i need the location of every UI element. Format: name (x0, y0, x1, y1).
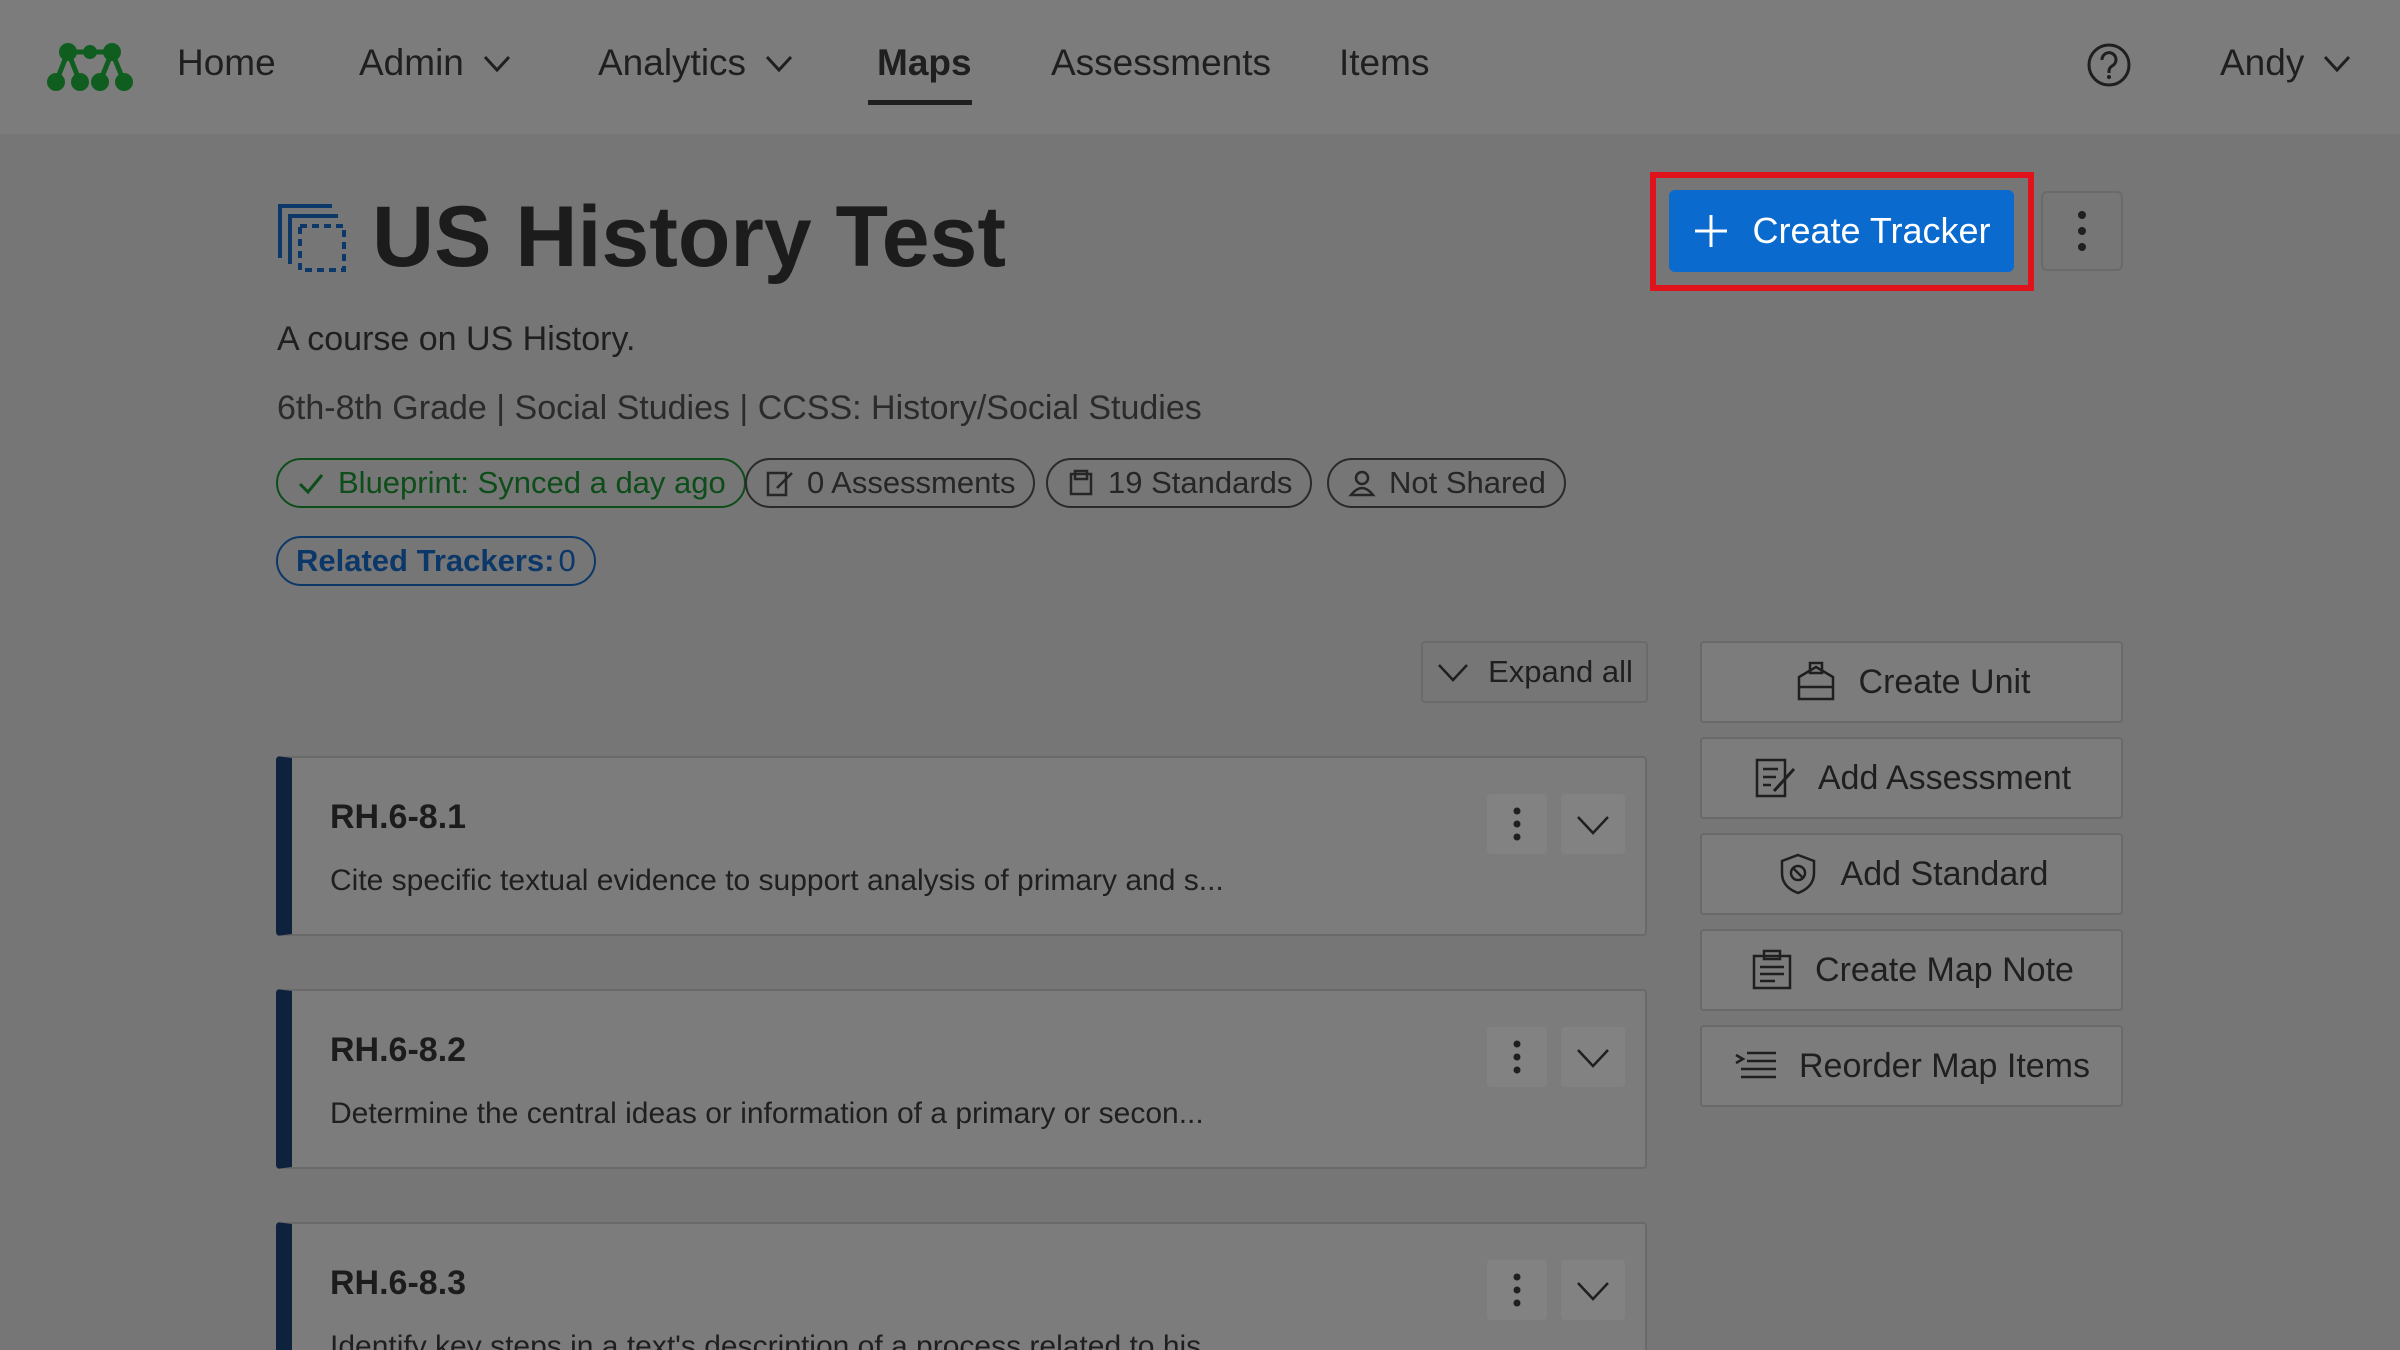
note-icon (1752, 949, 1792, 990)
reorder-map-items-label: Reorder Map Items (1799, 1046, 2090, 1085)
kebab-menu-icon (1513, 807, 1521, 841)
nav-admin[interactable]: Admin (359, 42, 512, 84)
chevron-down-icon (1577, 816, 1609, 835)
nav-items-label: Items (1339, 42, 1430, 83)
standard-description: Cite specific textual evidence to suppor… (330, 864, 1224, 897)
add-assessment-button[interactable]: Add Assessment (1700, 737, 2123, 819)
expand-all-label: Expand all (1488, 654, 1633, 689)
nav-assessments[interactable]: Assessments (1051, 42, 1271, 84)
create-tracker-label: Create Tracker (1752, 210, 1991, 251)
nav-maps[interactable]: Maps (877, 42, 972, 84)
standard-card[interactable]: RH.6-8.3 Identify key steps in a text's … (276, 1222, 1647, 1350)
standard-code: RH.6-8.1 (330, 798, 467, 836)
unit-icon (1797, 661, 1834, 701)
user-name: Andy (2220, 42, 2305, 83)
assessments-count-badge[interactable]: 0 Assessments (745, 458, 1036, 508)
create-map-note-button[interactable]: Create Map Note (1700, 929, 2123, 1011)
edit-document-icon (766, 471, 793, 497)
nav-assessments-label: Assessments (1051, 42, 1272, 83)
chevron-down-icon (1577, 1049, 1609, 1068)
nav-admin-label: Admin (359, 42, 464, 83)
top-navigation: Home Admin Analytics Maps Assessments It… (0, 0, 2400, 134)
expand-all-button[interactable]: Expand all (1421, 641, 1648, 703)
add-assessment-label: Add Assessment (1817, 758, 2072, 797)
standards-count-badge[interactable]: 19 Standards (1046, 458, 1313, 508)
standard-code: RH.6-8.2 (330, 1031, 467, 1069)
course-meta: 6th-8th Grade | Social Studies | CCSS: H… (277, 389, 1202, 427)
sharing-status-label: Not Shared (1389, 465, 1546, 500)
nav-analytics-label: Analytics (598, 42, 747, 83)
chevron-down-icon (2324, 55, 2351, 73)
course-description: A course on US History. (277, 320, 636, 358)
nav-home[interactable]: Home (177, 42, 276, 84)
standard-options-button[interactable] (1487, 1027, 1547, 1087)
user-icon (1348, 470, 1376, 497)
create-map-note-label: Create Map Note (1815, 950, 2074, 989)
add-standard-button[interactable]: Add Standard (1700, 833, 2123, 915)
assessment-edit-icon (1755, 758, 1795, 798)
chevron-down-icon (483, 55, 510, 73)
chevron-down-icon (765, 55, 793, 73)
standard-options-button[interactable] (1487, 794, 1547, 854)
nav-maps-label: Maps (877, 42, 972, 83)
related-trackers-count: 0 (558, 543, 576, 578)
course-map-icon (278, 204, 346, 272)
standard-options-button[interactable] (1487, 1260, 1547, 1320)
assessments-count-label: 0 Assessments (807, 465, 1016, 500)
blueprint-status-label: Blueprint: Synced a day ago (338, 465, 726, 500)
standards-icon (1069, 469, 1093, 496)
standard-card[interactable]: RH.6-8.2 Determine the central ideas or … (276, 989, 1647, 1169)
chevron-down-icon (1577, 1282, 1609, 1301)
standards-count-label: 19 Standards (1108, 465, 1293, 500)
kebab-menu-icon (1513, 1273, 1521, 1307)
create-tracker-button[interactable]: Create Tracker (1669, 190, 2014, 272)
standard-code: RH.6-8.3 (330, 1264, 467, 1302)
nav-home-label: Home (177, 42, 276, 83)
standard-expand-button[interactable] (1561, 1260, 1625, 1320)
app-logo-icon[interactable] (46, 38, 134, 92)
page-title: US History Test (372, 189, 1006, 285)
standard-shield-icon (1780, 853, 1815, 895)
reorder-map-items-button[interactable]: Reorder Map Items (1700, 1025, 2123, 1107)
related-trackers-badge[interactable]: Related Trackers: 0 (276, 536, 596, 586)
sharing-status-badge[interactable]: Not Shared (1327, 458, 1566, 508)
related-trackers-label: Related Trackers: (296, 543, 555, 578)
kebab-menu-icon (2078, 211, 2086, 251)
standard-description: Determine the central ideas or informati… (330, 1097, 1204, 1130)
blueprint-status-badge[interactable]: Blueprint: Synced a day ago (276, 458, 746, 508)
nav-items[interactable]: Items (1339, 42, 1429, 84)
active-tab-indicator (868, 100, 972, 105)
create-unit-label: Create Unit (1858, 662, 2031, 701)
help-icon[interactable] (2086, 42, 2132, 88)
standard-card[interactable]: RH.6-8.1 Cite specific textual evidence … (276, 756, 1647, 936)
create-unit-button[interactable]: Create Unit (1700, 641, 2123, 723)
kebab-menu-icon (1513, 1040, 1521, 1074)
add-standard-label: Add Standard (1840, 854, 2049, 893)
nav-analytics[interactable]: Analytics (598, 42, 794, 84)
standard-expand-button[interactable] (1561, 794, 1625, 854)
standard-expand-button[interactable] (1561, 1027, 1625, 1087)
standard-description: Identify key steps in a text's descripti… (330, 1330, 1227, 1350)
chevron-down-icon (1438, 664, 1469, 682)
more-options-button[interactable] (2041, 191, 2123, 271)
check-icon (298, 474, 324, 495)
reorder-list-icon (1735, 1051, 1776, 1079)
plus-icon (1695, 215, 1728, 247)
user-menu[interactable]: Andy (2220, 42, 2352, 84)
